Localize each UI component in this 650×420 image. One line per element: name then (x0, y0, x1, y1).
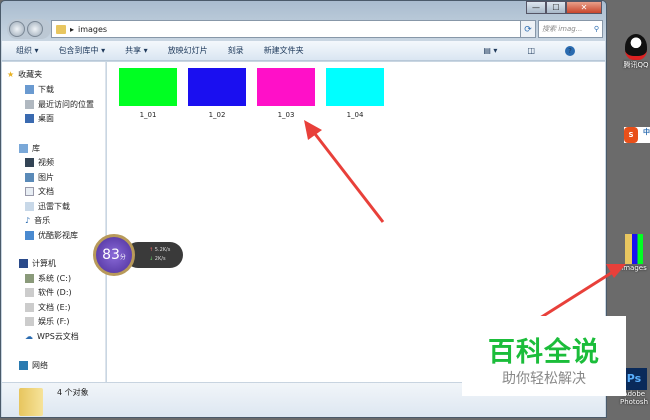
arrow-to-file (310, 129, 385, 223)
arrow-head (304, 120, 322, 140)
arrow-to-folder (539, 268, 617, 320)
score-ball: 83分 (93, 234, 135, 276)
score: 83 (102, 247, 120, 263)
score-unit: 分 (119, 254, 126, 261)
watermark: 百科全说 助你轻松解决 (462, 316, 626, 396)
watermark-subtitle: 助你轻松解决 (502, 371, 586, 387)
watermark-title: 百科全说 (488, 337, 600, 368)
